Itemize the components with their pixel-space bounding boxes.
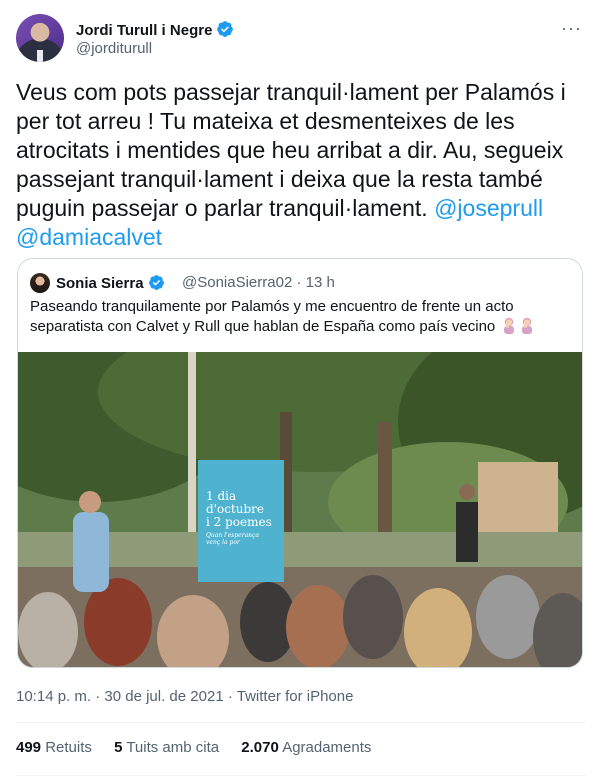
woman-facepalming-emoji-icon [522, 317, 533, 334]
more-options-icon[interactable]: ··· [561, 18, 582, 39]
banner-subtitle: Quan l'esperança venç la por [206, 532, 259, 546]
quoted-author-avatar [30, 273, 50, 293]
mention-link[interactable]: @joseprull [434, 195, 543, 221]
tweet-text: Veus com pots passejar tranquil·lament p… [16, 78, 576, 252]
meta-separator: · [223, 688, 237, 705]
quote-tweets-stat[interactable]: 5 Tuits amb cita [114, 739, 219, 756]
mention-link[interactable]: @damiacalvet [16, 224, 162, 250]
tweet-stats: 499 Retuits 5 Tuits amb cita 2.070 Agrad… [16, 739, 389, 756]
meta-separator: · [91, 688, 105, 705]
tweet-meta: 10:14 p. m. · 30 de jul. de 2021 · Twitt… [16, 688, 353, 705]
quoted-tweet-text: Paseando tranquilamente por Palamós y me… [30, 297, 570, 337]
banner-title: 1 dia d'octubre i 2 poemes [206, 489, 272, 529]
verified-badge-icon [217, 21, 234, 37]
retweets-stat[interactable]: 499 Retuits [16, 739, 92, 756]
tweet-source[interactable]: Twitter for iPhone [237, 688, 354, 705]
tweet-time[interactable]: 10:14 p. m. [16, 688, 91, 705]
verified-badge-icon [148, 275, 164, 290]
quoted-author-handle: @SoniaSierra02 · 13 h [182, 274, 335, 291]
tweet-header: Jordi Turull i Negre @jorditurull ··· [16, 14, 586, 64]
quoted-author-name: Sonia Sierra [56, 274, 165, 292]
quoted-tweet-photo[interactable]: 1 dia d'octubre i 2 poemes Quan l'espera… [18, 352, 582, 667]
author-name[interactable]: Jordi Turull i Negre [76, 20, 234, 39]
event-banner: 1 dia d'octubre i 2 poemes Quan l'espera… [198, 460, 284, 582]
tweet-date[interactable]: 30 de jul. de 2021 [104, 688, 223, 705]
divider [16, 775, 586, 776]
photo-scene [18, 352, 582, 667]
woman-facepalming-emoji-icon [504, 317, 515, 334]
author-handle[interactable]: @jorditurull [76, 40, 152, 57]
quoted-body: Paseando tranquilamente por Palamós y me… [30, 298, 514, 335]
quoted-tweet[interactable]: Sonia Sierra @SoniaSierra02 · 13 h Pasea… [17, 258, 583, 668]
divider [16, 722, 586, 723]
likes-stat[interactable]: 2.070 Agradaments [241, 739, 371, 756]
author-avatar[interactable] [16, 14, 64, 62]
